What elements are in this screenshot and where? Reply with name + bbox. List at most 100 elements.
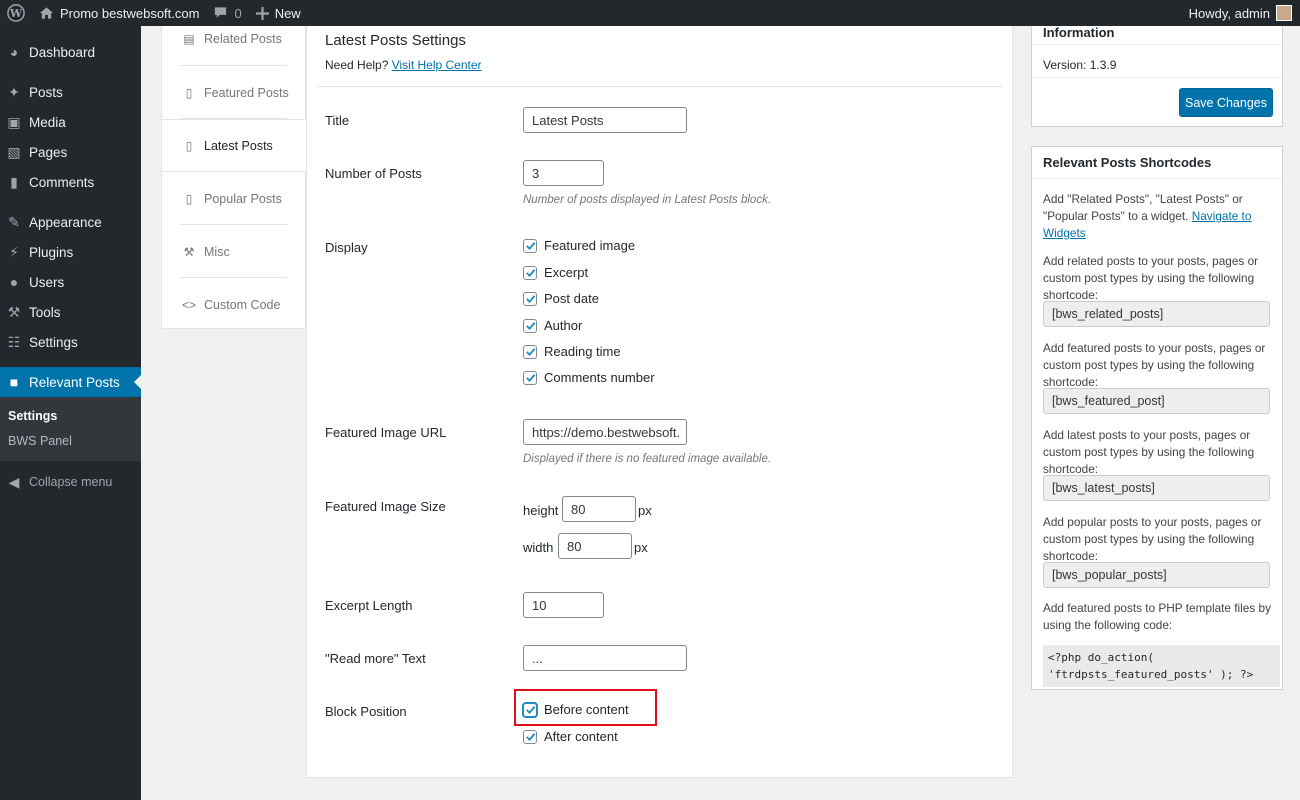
php-code-text: Add featured posts to PHP template files…: [1043, 601, 1271, 632]
new-content-link[interactable]: New: [249, 0, 308, 26]
tab-latest-posts[interactable]: ▯ Latest Posts: [162, 119, 306, 172]
read-more-text-label: "Read more" Text: [325, 651, 426, 666]
related-shortcode-text: Add related posts to your posts, pages o…: [1043, 254, 1259, 302]
php-code-snippet[interactable]: <?php do_action( 'ftrdpsts_featured_post…: [1043, 645, 1280, 687]
save-changes-button[interactable]: Save Changes: [1179, 88, 1273, 117]
widget-intro-text: Add "Related Posts", "Latest Posts" or "…: [1043, 192, 1252, 240]
help-center-link[interactable]: Visit Help Center: [392, 58, 482, 72]
popular-shortcode-code[interactable]: [bws_popular_posts]: [1043, 562, 1270, 588]
display-author-option[interactable]: Author: [523, 318, 582, 333]
sidebar-item-media[interactable]: ▣ Media: [0, 107, 141, 137]
block-position-before-content-option[interactable]: Before content: [523, 702, 629, 717]
height-unit: px: [638, 503, 652, 518]
sidebar-item-posts[interactable]: ✦ Posts: [0, 77, 141, 107]
divider: [317, 86, 1002, 87]
dashboard-icon: ◕: [9, 44, 19, 60]
settings-panel: Latest Posts Settings Need Help? Visit H…: [306, 26, 1013, 778]
admin-sidebar: ◕ Dashboard ✦ Posts ▣ Media ▧ Pages ▮ Comment…: [0, 26, 141, 800]
site-name-link[interactable]: Promo bestwebsoft.com: [32, 0, 206, 26]
pin-icon: ✦: [8, 83, 20, 100]
widgets-link[interactable]: Widgets: [1043, 226, 1086, 240]
howdy-text: Howdy, admin: [1188, 5, 1270, 21]
relevant-posts-icon: ■: [9, 374, 19, 390]
read-more-text-input[interactable]: ...: [523, 645, 687, 671]
excerpt-length-input[interactable]: 10: [523, 592, 604, 618]
block-position-label: Block Position: [325, 704, 407, 719]
title-input[interactable]: Latest Posts: [523, 107, 687, 133]
submenu-item-bws-panel[interactable]: BWS Panel: [0, 428, 141, 453]
sidebar-item-plugins[interactable]: ⚡ Plugins: [0, 237, 141, 267]
shortcodes-box: Relevant Posts Shortcodes Add "Related P…: [1031, 146, 1283, 690]
block-position-after-content-option[interactable]: After content: [523, 729, 618, 744]
comments-count: 0: [234, 5, 242, 21]
page-icon: ▯: [185, 85, 193, 100]
sidebar-item-settings[interactable]: ☷ Settings: [0, 327, 141, 357]
navigate-to-widgets-link[interactable]: Navigate to: [1192, 209, 1252, 223]
sidebar-item-dashboard[interactable]: ◕ Dashboard: [0, 37, 141, 67]
comment-icon: [215, 7, 227, 18]
display-excerpt-option[interactable]: Excerpt: [523, 265, 588, 280]
width-label: width: [523, 540, 554, 555]
featured-image-url-label: Featured Image URL: [325, 425, 447, 440]
media-icon: ▣: [7, 113, 21, 130]
wrench-icon: ⚒: [183, 244, 195, 259]
checkbox-checked[interactable]: [523, 291, 537, 306]
tab-featured-posts[interactable]: ▯ Featured Posts: [162, 66, 305, 119]
number-of-posts-input[interactable]: 3: [523, 160, 604, 186]
featured-shortcode-code[interactable]: [bws_featured_post]: [1043, 388, 1270, 414]
width-unit: px: [634, 540, 648, 555]
height-input[interactable]: 80: [562, 496, 636, 522]
new-label: New: [274, 5, 301, 21]
featured-shortcode-text: Add featured posts to your posts, pages …: [1043, 341, 1266, 389]
checkbox-checked[interactable]: [523, 344, 537, 359]
user-icon: ●: [9, 274, 19, 290]
submenu-item-settings[interactable]: Settings: [0, 403, 141, 428]
popular-shortcode-text: Add popular posts to your posts, pages o…: [1043, 515, 1262, 563]
page-title: Latest Posts Settings: [325, 32, 466, 49]
version-text: Version: 1.3.9: [1043, 58, 1117, 72]
featured-image-url-input[interactable]: https://demo.bestwebsoft.: [523, 419, 687, 445]
width-input[interactable]: 80: [558, 533, 632, 559]
wrench-icon: ⚒: [7, 303, 21, 320]
account-menu[interactable]: Howdy, admin: [1182, 0, 1300, 26]
checkbox-checked[interactable]: [523, 318, 537, 333]
wordpress-logo-icon[interactable]: W: [0, 0, 32, 26]
shortcodes-title: Relevant Posts Shortcodes: [1032, 147, 1282, 179]
settings-tabs: ▤ Related Posts ▯ Featured Posts ▯ Latest P…: [161, 26, 306, 329]
checkbox-checked[interactable]: [523, 702, 537, 717]
latest-shortcode-code[interactable]: [bws_latest_posts]: [1043, 475, 1270, 501]
avatar: [1276, 5, 1292, 21]
code-icon: <>: [182, 297, 197, 312]
tab-custom-code[interactable]: <> Custom Code: [162, 278, 305, 331]
number-of-posts-description: Number of posts displayed in Latest Post…: [523, 194, 772, 206]
sidebar-item-appearance[interactable]: ✎ Appearance: [0, 207, 141, 237]
display-comments-number-option[interactable]: Comments number: [523, 370, 655, 385]
admin-bar: W Promo bestwebsoft.com 0 New Howdy, adm…: [0, 0, 1300, 26]
sidebar-item-users[interactable]: ● Users: [0, 267, 141, 297]
checkbox-checked[interactable]: [523, 729, 537, 744]
height-label: height: [523, 503, 559, 518]
tab-misc[interactable]: ⚒ Misc: [162, 225, 305, 278]
related-shortcode-code[interactable]: [bws_related_posts]: [1043, 301, 1270, 327]
display-featured-image-option[interactable]: Featured image: [523, 238, 635, 253]
checkbox-checked[interactable]: [523, 238, 537, 253]
tab-related-posts[interactable]: ▤ Related Posts: [162, 26, 305, 66]
sidebar-item-pages[interactable]: ▧ Pages: [0, 137, 141, 167]
checkbox-checked[interactable]: [523, 265, 537, 280]
collapse-menu-button[interactable]: ◀ Collapse menu: [0, 467, 141, 497]
sidebar-item-comments[interactable]: ▮ Comments: [0, 167, 141, 197]
display-post-date-option[interactable]: Post date: [523, 291, 599, 306]
sidebar-item-tools[interactable]: ⚒ Tools: [0, 297, 141, 327]
checkbox-checked[interactable]: [523, 370, 537, 385]
plus-icon: [255, 6, 269, 20]
help-text: Need Help? Visit Help Center: [325, 58, 482, 72]
featured-image-size-label: Featured Image Size: [325, 499, 446, 514]
comments-link[interactable]: 0: [206, 0, 248, 26]
display-reading-time-option[interactable]: Reading time: [523, 344, 621, 359]
page-icon: ▯: [185, 138, 193, 153]
home-icon: [39, 7, 54, 19]
information-box: Information Version: 1.3.9 Save Changes: [1031, 26, 1283, 127]
page-icon: ▯: [185, 191, 193, 206]
sidebar-item-relevant-posts[interactable]: ■ Relevant Posts: [0, 367, 141, 397]
tab-popular-posts[interactable]: ▯ Popular Posts: [162, 172, 305, 225]
